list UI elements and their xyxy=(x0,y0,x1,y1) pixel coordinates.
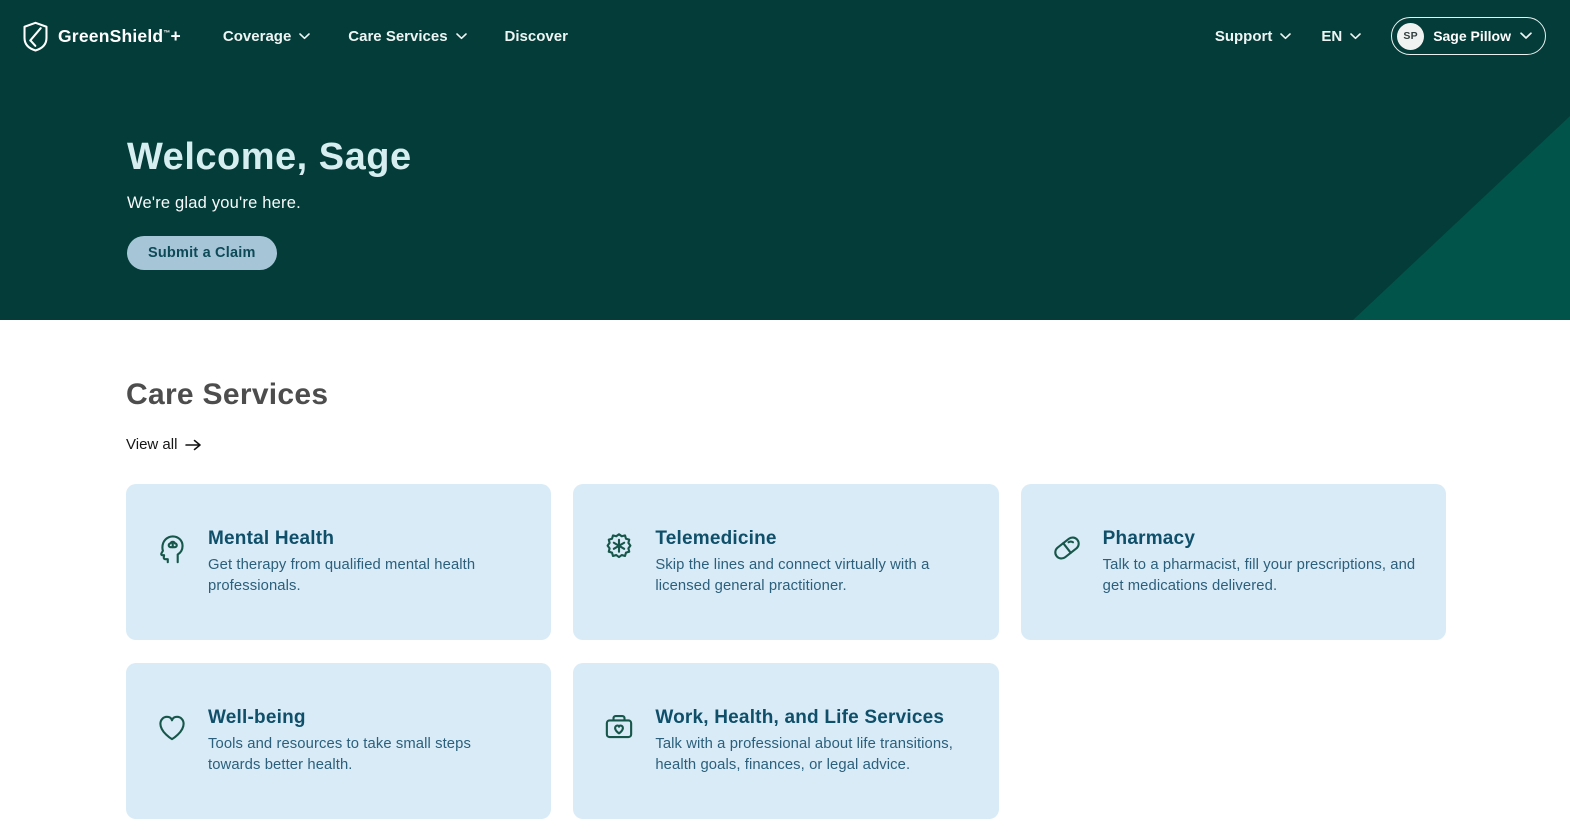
card-work-health-life[interactable]: Work, Health, and Life Services Talk wit… xyxy=(573,663,999,819)
work-health-life-icon xyxy=(600,708,638,746)
shield-logo-icon xyxy=(22,21,49,52)
well-being-icon xyxy=(153,708,191,746)
nav-item-care-services[interactable]: Care Services xyxy=(348,27,467,45)
brand-name: GreenShield™+ xyxy=(58,25,181,46)
submit-claim-button[interactable]: Submit a Claim xyxy=(127,236,277,270)
telemedicine-icon xyxy=(600,529,638,567)
chevron-down-icon xyxy=(1350,32,1361,40)
section-title: Care Services xyxy=(126,378,329,411)
language-label: EN xyxy=(1321,27,1343,45)
card-title: Mental Health xyxy=(208,528,335,550)
card-description: Talk with a professional about life tran… xyxy=(655,736,953,773)
support-label: Support xyxy=(1214,27,1273,45)
top-navigation-bar: GreenShield™+ Coverage Care Services Dis… xyxy=(0,0,1570,72)
support-menu[interactable]: Support xyxy=(1215,28,1292,45)
pharmacy-icon xyxy=(1048,529,1086,567)
card-title: Work, Health, and Life Services xyxy=(655,707,945,729)
nav-item-discover[interactable]: Discover xyxy=(505,28,568,45)
card-description: Talk to a pharmacist, fill your prescrip… xyxy=(1102,557,1416,594)
chevron-down-icon xyxy=(1280,32,1292,40)
hero-banner: GreenShield™+ Coverage Care Services Dis… xyxy=(0,0,1570,320)
header-right-cluster: Support EN SP Sage Pillow xyxy=(1215,17,1546,55)
language-selector[interactable]: EN xyxy=(1321,28,1361,45)
hero-subtitle: We're glad you're here. xyxy=(127,194,301,212)
avatar: SP xyxy=(1397,22,1425,50)
nav-item-label: Coverage xyxy=(222,27,292,45)
card-well-being[interactable]: Well-being Tools and resources to take s… xyxy=(126,663,552,819)
care-services-grid: Mental Health Get therapy from qualified… xyxy=(126,484,1446,819)
card-description: Skip the lines and connect virtually wit… xyxy=(655,557,930,594)
card-pharmacy[interactable]: Pharmacy Talk to a pharmacist, fill your… xyxy=(1020,484,1446,640)
card-title: Pharmacy xyxy=(1102,528,1196,550)
primary-nav: Coverage Care Services Discover xyxy=(223,28,568,45)
chevron-down-icon xyxy=(299,32,311,40)
care-services-section: Care Services View all Mental Health Get… xyxy=(0,378,1570,819)
chevron-down-icon xyxy=(1520,32,1532,40)
user-account-menu[interactable]: SP Sage Pillow xyxy=(1391,17,1546,55)
card-title: Telemedicine xyxy=(655,528,777,550)
nav-item-label: Care Services xyxy=(348,27,448,45)
card-description: Tools and resources to take small steps … xyxy=(208,736,471,773)
hero-content: Welcome, Sage We're glad you're here. Su… xyxy=(0,72,1570,270)
chevron-down-icon xyxy=(455,32,467,40)
card-telemedicine[interactable]: Telemedicine Skip the lines and connect … xyxy=(573,484,999,640)
nav-item-label: Discover xyxy=(504,27,568,45)
view-all-link[interactable]: View all xyxy=(126,436,202,453)
brand-logo[interactable]: GreenShield™+ xyxy=(22,21,181,52)
view-all-label: View all xyxy=(126,436,178,453)
card-description: Get therapy from qualified mental health… xyxy=(208,557,476,594)
card-mental-health[interactable]: Mental Health Get therapy from qualified… xyxy=(126,484,552,640)
user-name: Sage Pillow xyxy=(1433,28,1511,44)
hero-title: Welcome, Sage xyxy=(127,136,412,178)
card-title: Well-being xyxy=(208,707,306,729)
mental-health-icon xyxy=(153,529,191,567)
nav-item-coverage[interactable]: Coverage xyxy=(222,27,311,45)
arrow-right-icon xyxy=(185,439,202,451)
